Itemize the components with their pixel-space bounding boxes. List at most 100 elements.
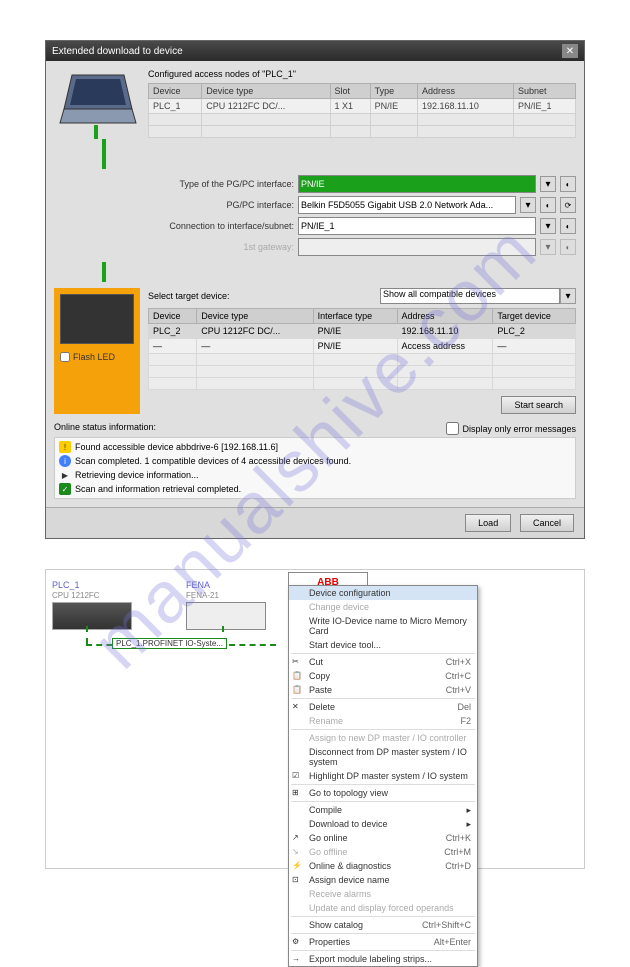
status-item: ✓Scan and information retrieval complete… (57, 482, 573, 496)
profinet-line (86, 626, 88, 644)
menu-item[interactable]: Write IO-Device name to Micro Memory Car… (289, 614, 477, 638)
menu-item-label: Go to topology view (309, 788, 388, 798)
menu-item[interactable]: ⚙PropertiesAlt+Enter (289, 935, 477, 949)
menu-item[interactable]: Compile▸ (289, 803, 477, 817)
warning-icon: ! (59, 441, 71, 453)
menu-separator (291, 933, 475, 934)
menu-item-label: Go online (309, 833, 348, 843)
dropdown-icon[interactable]: ▾ (560, 288, 576, 304)
start-search-button[interactable]: Start search (501, 396, 576, 414)
info-icon: i (59, 455, 71, 467)
topology-screenshot: PLC_1 CPU 1212FC FENA FENA-21 ABB PLC_1.… (45, 569, 585, 869)
close-icon[interactable]: ✕ (562, 44, 578, 58)
menu-item[interactable]: ✂ Cut Ctrl+X (289, 655, 477, 669)
menu-item: Change device (289, 600, 477, 614)
pgpc-if-select[interactable]: Belkin F5D5055 Gigabit USB 2.0 Network A… (298, 196, 516, 214)
menu-item-label: Highlight DP master system / IO system (309, 771, 468, 781)
menu-item[interactable]: 📋PasteCtrl+V (289, 683, 477, 697)
connection-line (102, 262, 106, 282)
delete-icon: ✕ (292, 702, 304, 714)
menu-item[interactable]: Device configuration (289, 586, 477, 600)
menu-item[interactable]: →Export module labeling strips... (289, 952, 477, 966)
menu-item-label: Device configuration (309, 588, 391, 598)
config-table: Device Device type Slot Type Address Sub… (148, 83, 576, 138)
dropdown-icon[interactable]: ▾ (540, 218, 556, 234)
check-icon: ✓ (59, 483, 71, 495)
menu-item-label: Download to device (309, 819, 388, 829)
menu-item[interactable]: Show catalogCtrl+Shift+C (289, 918, 477, 932)
menu-item[interactable]: Disconnect from DP master system / IO sy… (289, 745, 477, 769)
info-icon[interactable]: ◐ (560, 218, 576, 234)
plc-icon (60, 294, 134, 344)
target-table: Device Device type Interface type Addres… (148, 308, 576, 390)
menu-shortcut: Ctrl+D (445, 861, 471, 871)
export-icon: → (292, 954, 304, 966)
props-icon: ⚙ (292, 937, 304, 949)
menu-shortcut: Ctrl+M (444, 847, 471, 857)
menu-shortcut: Del (457, 702, 471, 712)
menu-item[interactable]: 📋CopyCtrl+C (289, 669, 477, 683)
menu-item-label: Show catalog (309, 920, 363, 930)
device-plc[interactable]: PLC_1 CPU 1212FC (52, 580, 142, 630)
paste-icon: 📋 (292, 685, 304, 697)
menu-item-label: Cut (309, 657, 323, 667)
dialog-titlebar: Extended download to device ✕ (46, 41, 584, 61)
menu-shortcut: Ctrl+C (445, 671, 471, 681)
info-icon[interactable]: ◐ (560, 176, 576, 192)
menu-item-label: Update and display forced operands (309, 903, 454, 913)
menu-separator (291, 916, 475, 917)
menu-item[interactable]: ⊞ Go to topology view (289, 786, 477, 800)
menu-item-label: Online & diagnostics (309, 861, 391, 871)
menu-item-label: Disconnect from DP master system / IO sy… (309, 747, 467, 767)
arrow-icon: ▶ (59, 469, 71, 481)
pgpc-type-label: Type of the PG/PC interface: (154, 179, 294, 189)
target-label: Select target device: (148, 291, 230, 301)
laptop-graphic (54, 69, 140, 139)
menu-item[interactable]: ⊡Assign device name (289, 873, 477, 887)
cut-icon: ✂ (292, 657, 304, 669)
table-row[interactable]: — — PN/IE Access address — (149, 339, 576, 354)
menu-item[interactable]: ☑Highlight DP master system / IO system (289, 769, 477, 783)
conn-subnet-select[interactable]: PN/IE_1 (298, 217, 536, 235)
conn-subnet-label: Connection to interface/subnet: (154, 221, 294, 231)
submenu-arrow-icon: ▸ (466, 805, 471, 816)
cancel-button[interactable]: Cancel (520, 514, 574, 532)
menu-shortcut: Ctrl+X (446, 657, 471, 667)
menu-item: Assign to new DP master / IO controller (289, 731, 477, 745)
dropdown-icon[interactable]: ▾ (540, 176, 556, 192)
pgpc-type-select[interactable]: PN/IE (298, 175, 536, 193)
menu-item-label: Change device (309, 602, 369, 612)
target-filter-select[interactable]: Show all compatible devices (380, 288, 560, 304)
pgpc-if-label: PG/PC interface: (154, 200, 294, 210)
menu-item[interactable]: ✕DeleteDel (289, 700, 477, 714)
topo-icon: ⊞ (292, 788, 304, 800)
menu-item-label: Assign to new DP master / IO controller (309, 733, 466, 743)
status-item: !Found accessible device abbdrive-6 [192… (57, 440, 573, 454)
menu-item-label: Paste (309, 685, 332, 695)
device-fena[interactable]: FENA FENA-21 (186, 580, 276, 630)
diag-icon: ⚡ (292, 861, 304, 873)
menu-item[interactable]: ↗Go onlineCtrl+K (289, 831, 477, 845)
dropdown-icon: ▾ (540, 239, 556, 255)
menu-separator (291, 653, 475, 654)
dialog-title: Extended download to device (52, 46, 183, 57)
online-icon: ↗ (292, 833, 304, 845)
error-only-checkbox[interactable]: Display only error messages (446, 422, 576, 435)
menu-item[interactable]: Download to device▸ (289, 817, 477, 831)
gateway-label: 1st gateway: (154, 242, 294, 252)
menu-item-label: Go offline (309, 847, 347, 857)
dropdown-icon[interactable]: ▾ (520, 197, 536, 213)
settings-icon[interactable]: ◐ (540, 197, 556, 213)
configured-label: Configured access nodes of "PLC_1" (148, 69, 576, 79)
load-button[interactable]: Load (465, 514, 511, 532)
refresh-icon[interactable]: ⟳ (560, 197, 576, 213)
menu-item[interactable]: ⚡ Online & diagnostics Ctrl+D (289, 859, 477, 873)
menu-separator (291, 698, 475, 699)
menu-item-label: Write IO-Device name to Micro Memory Car… (309, 616, 467, 636)
table-row[interactable]: PLC_1 CPU 1212FC DC/... 1 X1 PN/IE 192.1… (149, 99, 576, 114)
download-dialog: Extended download to device ✕ Configured… (45, 40, 585, 539)
profinet-label: PLC_1.PROFINET IO-Syste... (112, 638, 227, 649)
menu-item[interactable]: Start device tool... (289, 638, 477, 652)
table-row[interactable]: PLC_2 CPU 1212FC DC/... PN/IE 192.168.11… (149, 324, 576, 339)
flash-led-checkbox[interactable]: Flash LED (60, 352, 134, 362)
